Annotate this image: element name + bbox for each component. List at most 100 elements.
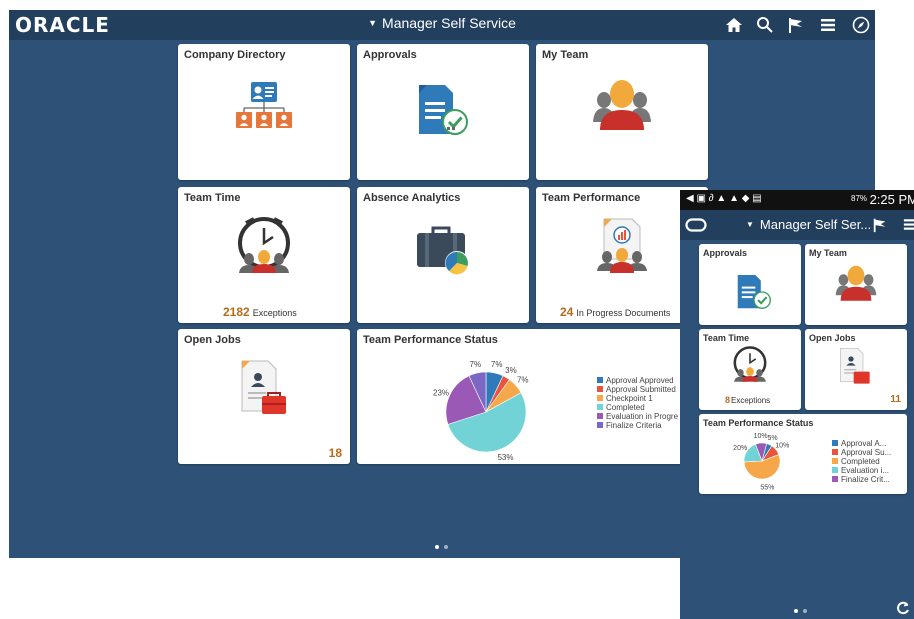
legend-item: Finalize Crit... [832,475,904,484]
tile-open-jobs[interactable]: Open Jobs 18 [178,329,350,464]
clock-team-icon [238,217,290,273]
count-label: Exceptions [731,396,771,405]
briefcase-chart-icon [417,226,469,275]
tile-approvals[interactable]: Approvals [357,44,529,180]
legend-label: Approval Approved [606,376,674,385]
count-value: 8 [725,395,731,405]
team-icon [593,80,651,130]
org-chart-icon [236,82,292,128]
mobile-tile-my-team[interactable]: My Team [805,244,907,325]
tile-title: Open Jobs [184,334,241,346]
mobile-tile-team-time[interactable]: Team Time 8Exceptions [699,329,801,410]
legend-swatch [832,476,838,482]
pie-data-label: 53% [497,453,513,462]
count-value: 2182 [223,305,250,319]
tile-title: Company Directory [184,49,286,61]
app-logo-icon[interactable] [685,218,707,232]
chevron-down-icon: ▼ [746,220,754,229]
pie-data-label: 7% [517,376,529,385]
mobile-tile-open-jobs[interactable]: Open Jobs 11 [805,329,907,410]
refresh-icon[interactable] [896,601,910,615]
legend-swatch [832,440,838,446]
page-dot[interactable] [803,609,807,613]
legend-label: Finalize Crit... [841,475,890,484]
legend-label: Evaluation in Progre [606,412,679,421]
legend-swatch [832,458,838,464]
legend-swatch [597,413,603,419]
mobile-tile-team-performance-status[interactable]: Team Performance Status 5% 10% 55% 20% 10% A… [699,414,907,494]
document-approval-icon [737,275,771,309]
legend-swatch [597,377,603,383]
tile-title: Team Performance [542,192,641,204]
status-bar: ◀ ▣ ∂ ▲ ▲ ◆ ▤ 87% 2:25 PM [680,190,914,210]
tile-title: Team Time [184,192,241,204]
pie-data-label: 7% [491,360,503,369]
mobile-tile-approvals[interactable]: Approvals [699,244,801,325]
home-icon[interactable] [723,14,745,36]
legend-item: Completed [832,457,904,466]
pie-data-label: 20% [733,445,747,452]
legend-swatch [597,404,603,410]
flag-icon[interactable] [785,14,807,36]
pie-data-label: 7% [470,360,482,369]
legend-swatch [597,422,603,428]
status-time: 2:25 PM [869,192,914,207]
chart-legend: Approval A... Approval Su... Completed Eval… [832,439,904,484]
legend-item: Approval A... [832,439,904,448]
count-value: 24 [560,305,574,319]
header-bar: ORACLE ▼ Manager Self Service [9,10,875,40]
clock-team-icon [733,346,767,382]
legend-label: Evaluation i... [841,466,890,475]
search-icon[interactable] [754,14,776,36]
notification-icons: ◀ ▣ ∂ ▲ ▲ ◆ ▤ [686,193,762,204]
menu-icon[interactable] [903,218,914,231]
pie-data-label: 10% [775,443,789,450]
tile-title: Approvals [363,49,417,61]
pie-data-label: 5% [768,435,778,442]
battery-percent: 87% [851,194,868,203]
compass-icon[interactable] [850,14,872,36]
count-label: In Progress Documents [576,308,671,318]
menu-icon[interactable] [817,14,839,36]
page-dot[interactable] [444,545,448,549]
exceptions-count: 8Exceptions [725,395,770,405]
flag-icon[interactable] [872,217,888,233]
legend-label: Approval Submitted [606,385,676,394]
page-title: Manager Self Ser... [759,217,872,232]
tile-company-directory[interactable]: Company Directory [178,44,350,180]
page-dot-active[interactable] [435,545,439,549]
legend-item: Approval Su... [832,448,904,457]
mobile-header-bar: ▼ Manager Self Ser... [680,210,914,240]
open-jobs-count: 18 [328,446,342,460]
tile-title: My Team [542,49,589,61]
legend-label: Completed [606,403,645,412]
tile-team-performance-status[interactable]: Team Performance Status 7% 3% 7% 53% 23% 7% A… [357,329,708,464]
page-dot-active[interactable] [794,609,798,613]
in-progress-count: 24 In Progress Documents [560,305,670,319]
tile-title: Absence Analytics [363,192,461,204]
document-approval-icon [419,85,468,135]
legend-swatch [597,395,603,401]
homepage-selector[interactable]: ▼ Manager Self Service [9,15,875,31]
pie-data-label: 55% [760,484,774,491]
count-label: Exceptions [252,308,297,318]
tile-title: Team Time [703,333,750,343]
mobile-homepage-selector[interactable]: ▼ Manager Self Ser... [746,217,871,232]
tile-team-time[interactable]: Team Time 2182 Exceptions [178,187,350,323]
mobile-homepage: ◀ ▣ ∂ ▲ ▲ ◆ ▤ 87% 2:25 PM ▼ Manager Self … [680,190,914,619]
tile-title: Open Jobs [809,333,856,343]
job-posting-icon [241,360,286,414]
tile-my-team[interactable]: My Team [536,44,708,180]
chevron-down-icon: ▼ [368,18,378,28]
job-posting-icon [840,348,870,384]
pie-data-label: 10% [754,433,768,440]
legend-label: Approval A... [841,439,887,448]
team-icon [835,265,877,301]
tile-absence-analytics[interactable]: Absence Analytics [357,187,529,323]
legend-label: Approval Su... [841,448,892,457]
tile-title: Approvals [703,248,748,258]
legend-label: Finalize Criteria [606,421,662,430]
legend-swatch [832,467,838,473]
performance-document-icon [597,218,647,273]
open-jobs-count: 11 [890,394,901,405]
